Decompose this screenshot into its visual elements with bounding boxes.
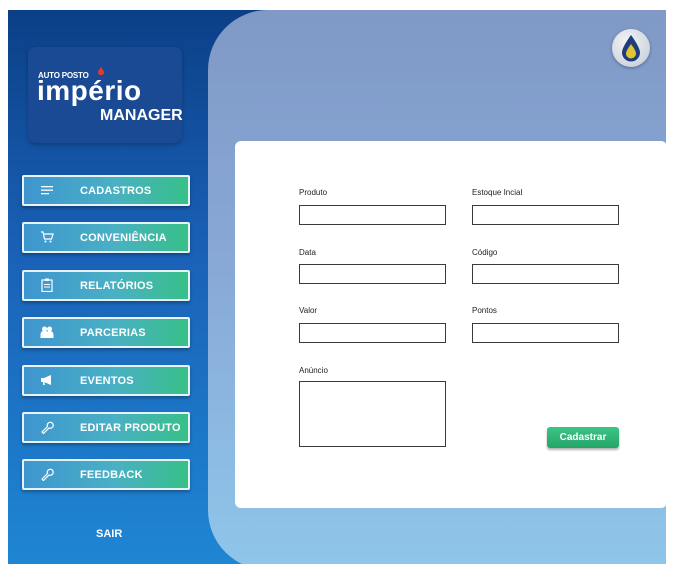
logo-drop-icon — [98, 67, 104, 75]
codigo-label: Código — [472, 248, 498, 257]
anuncio-label: Anúncio — [299, 366, 328, 375]
data-input[interactable] — [299, 264, 446, 284]
wrench-icon — [40, 420, 54, 434]
sidebar-item-relatorios[interactable]: RELATÓRIOS — [22, 270, 190, 301]
pontos-label: Pontos — [472, 306, 497, 315]
sidebar-item-label: EVENTOS — [80, 375, 134, 387]
sidebar-item-label: EDITAR PRODUTO — [80, 422, 181, 434]
sidebar-item-label: CONVENIÊNCIA — [80, 232, 167, 244]
megaphone-icon — [40, 373, 54, 387]
people-icon — [40, 325, 54, 339]
sidebar-item-label: FEEDBACK — [80, 469, 143, 481]
sidebar-item-label: PARCERIAS — [80, 327, 146, 339]
brand-logo: AUTO POSTO império MANAGER — [28, 47, 183, 143]
logout-link[interactable]: SAIR — [96, 528, 122, 540]
produto-input[interactable] — [299, 205, 446, 225]
clipboard-icon — [40, 278, 54, 292]
valor-input[interactable] — [299, 323, 446, 343]
sidebar-item-label: CADASTROS — [80, 185, 152, 197]
sidebar-item-editar-produto[interactable]: EDITAR PRODUTO — [22, 412, 190, 443]
data-label: Data — [299, 248, 316, 257]
fuel-drop-icon — [622, 35, 640, 62]
logo-sub-text: MANAGER — [100, 107, 183, 124]
anuncio-textarea[interactable] — [299, 381, 446, 447]
sidebar-item-conveniencia[interactable]: CONVENIÊNCIA — [22, 222, 190, 253]
produto-label: Produto — [299, 188, 328, 197]
codigo-input[interactable] — [472, 264, 619, 284]
sidebar-item-cadastros[interactable]: CADASTROS — [22, 175, 190, 206]
valor-label: Valor — [299, 306, 318, 315]
sidebar-item-label: RELATÓRIOS — [80, 280, 154, 292]
estoque-input[interactable] — [472, 205, 619, 225]
logo-main-text: império — [37, 75, 142, 106]
menu-lines-icon — [40, 183, 54, 197]
app-drop-icon[interactable] — [612, 29, 650, 67]
sidebar-item-feedback[interactable]: FEEDBACK — [22, 459, 190, 490]
sidebar-item-eventos[interactable]: EVENTOS — [22, 365, 190, 396]
estoque-label: Estoque Incial — [472, 188, 523, 197]
cadastrar-button[interactable]: Cadastrar — [547, 427, 619, 448]
wrench-icon — [40, 467, 54, 481]
sidebar-item-parcerias[interactable]: PARCERIAS — [22, 317, 190, 348]
cart-icon — [40, 230, 54, 244]
pontos-input[interactable] — [472, 323, 619, 343]
